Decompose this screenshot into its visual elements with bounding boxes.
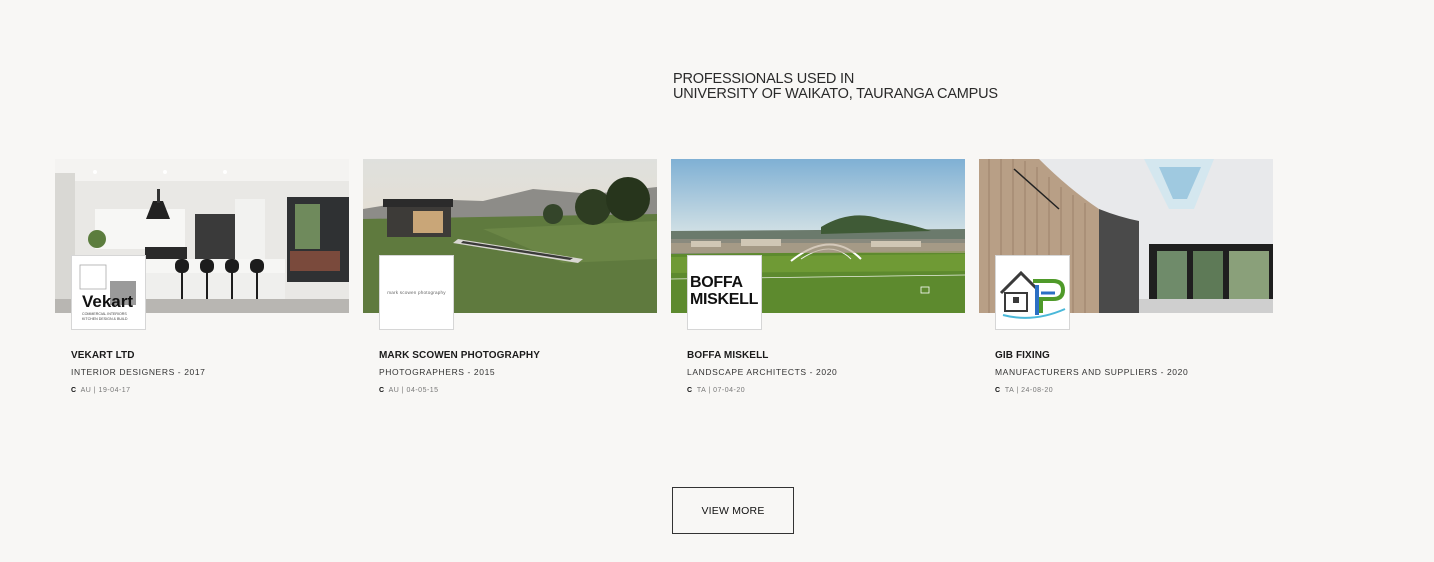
date-prefix: C [687, 387, 693, 394]
professional-name[interactable]: MARK SCOWEN PHOTOGRAPHY [379, 350, 657, 362]
professional-card-vekart[interactable]: Vekart COMMERCIAL INTERIORS KITCHEN DESI… [55, 159, 349, 395]
view-more-button[interactable]: VIEW MORE [672, 487, 794, 534]
professionals-list: Vekart COMMERCIAL INTERIORS KITCHEN DESI… [55, 159, 1273, 395]
professional-card-gib-fixing[interactable]: GIB FIXING MANUFACTURERS AND SUPPLIERS -… [979, 159, 1273, 395]
professional-category: INTERIOR DESIGNERS - 2017 [71, 367, 206, 377]
professional-name[interactable]: VEKART LTD [71, 350, 349, 362]
house-logo-icon [999, 270, 1065, 319]
company-logo: mark scowen photography [379, 255, 454, 330]
boffa-logo-line-2: MISKELL [690, 291, 759, 308]
date-value: TA | 07-04-20 [696, 387, 746, 394]
company-logo [995, 255, 1070, 330]
professional-name[interactable]: BOFFA MISKELL [687, 350, 965, 362]
date-value: AU | 19-04-17 [80, 387, 131, 394]
svg-text:KITCHEN DESIGN & BUILD: KITCHEN DESIGN & BUILD [82, 317, 128, 321]
heading-line-1: PROFESSIONALS USED IN [673, 71, 855, 87]
date-prefix: C [995, 387, 1001, 394]
section-heading: PROFESSIONALS USED IN UNIVERSITY OF WAIK… [673, 72, 998, 102]
svg-text:COMMERCIAL INTERIORS: COMMERCIAL INTERIORS [82, 312, 127, 316]
date-prefix: C [71, 387, 77, 394]
company-logo: Vekart COMMERCIAL INTERIORS KITCHEN DESI… [71, 255, 146, 330]
mark-scowen-logo-text: mark scowen photography [387, 290, 446, 295]
date-value: TA | 24-08-20 [1004, 387, 1054, 394]
date-value: AU | 04-05-15 [388, 387, 439, 394]
professional-category: LANDSCAPE ARCHITECTS - 2020 [687, 367, 838, 377]
professional-category: MANUFACTURERS AND SUPPLIERS - 2020 [995, 367, 1189, 377]
professional-date: C TA | 07-04-20 [687, 386, 965, 395]
svg-text:Vekart: Vekart [82, 292, 133, 311]
professional-card-mark-scowen[interactable]: mark scowen photography MARK SCOWEN PHOT… [363, 159, 657, 395]
professional-category: PHOTOGRAPHERS - 2015 [379, 367, 496, 377]
professional-card-boffa-miskell[interactable]: BOFFA MISKELL BOFFA MISKELL LANDSCAPE AR… [671, 159, 965, 395]
professional-date: C TA | 24-08-20 [995, 386, 1273, 395]
date-prefix: C [379, 387, 385, 394]
heading-line-2: UNIVERSITY OF WAIKATO, TAURANGA CAMPUS [673, 86, 998, 102]
boffa-logo-line-1: BOFFA [690, 274, 743, 291]
professional-date: C AU | 19-04-17 [71, 386, 349, 395]
professional-date: C AU | 04-05-15 [379, 386, 657, 395]
vekart-logo-icon: Vekart COMMERCIAL INTERIORS KITCHEN DESI… [79, 264, 136, 321]
professional-name[interactable]: GIB FIXING [995, 350, 1273, 362]
company-logo: BOFFA MISKELL [687, 255, 762, 330]
